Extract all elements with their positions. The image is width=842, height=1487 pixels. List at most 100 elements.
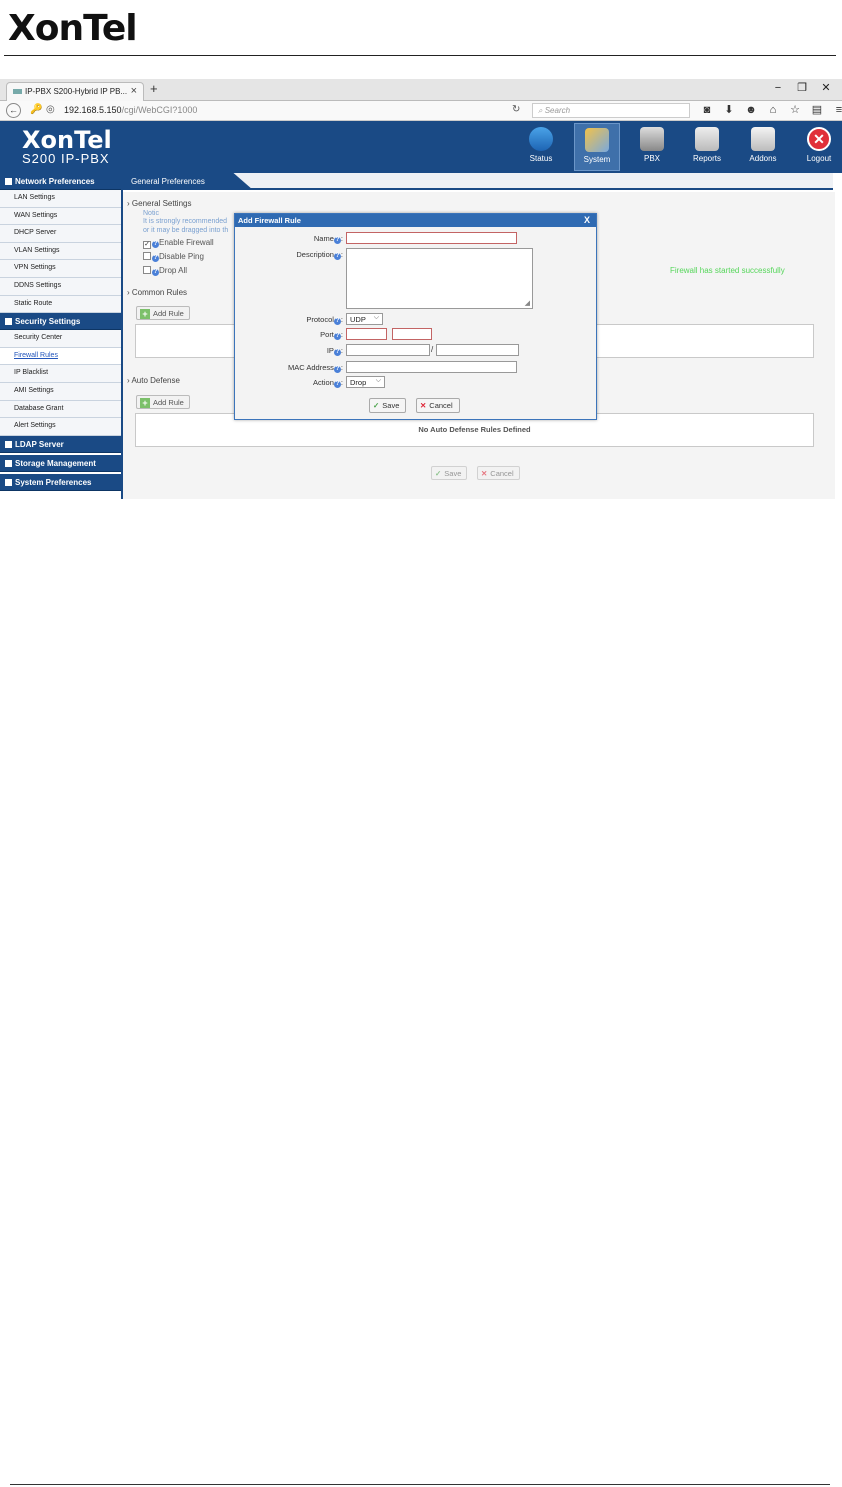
ip-address-input[interactable] (346, 344, 430, 356)
action-select[interactable]: Drop ⌵ (346, 376, 385, 388)
drop-all-checkbox[interactable] (143, 266, 151, 274)
sidebar-item-static-route[interactable]: Static Route (0, 295, 121, 314)
smiley-icon[interactable]: ☻ (740, 104, 762, 116)
document-header-rule (4, 55, 836, 56)
module-reports[interactable]: Reports (684, 123, 730, 171)
help-icon[interactable]: ? (333, 381, 341, 388)
plus-icon: + (140, 398, 150, 408)
pbx-icon (640, 127, 664, 151)
check-icon: ✓ (435, 469, 442, 478)
disable-ping-checkbox[interactable] (143, 252, 151, 260)
reports-icon (695, 127, 719, 151)
sidebar-section-system[interactable]: System Preferences (0, 473, 121, 491)
sidebar-item-security-center[interactable]: Security Center (0, 330, 121, 348)
chevron-down-icon: ⌵ (375, 377, 381, 384)
help-icon[interactable]: ? (152, 269, 159, 276)
key-icon[interactable]: 🔑 (30, 104, 42, 115)
auto-defense-title: Auto Defense (131, 376, 180, 385)
home-icon[interactable]: ⌂ (762, 104, 784, 116)
resize-handle-icon[interactable]: ◢ (525, 299, 530, 307)
no-auto-defense-message: No Auto Defense Rules Defined (418, 425, 531, 434)
name-input[interactable] (346, 232, 517, 244)
back-icon[interactable]: ← (6, 103, 21, 118)
sidebar-item-ip-blacklist[interactable]: IP Blacklist (0, 365, 121, 383)
sidebar-item-vpn-settings[interactable]: VPN Settings (0, 260, 121, 278)
sidebar-item-lan-settings[interactable]: LAN Settings (0, 190, 121, 208)
sidebar-item-ami-settings[interactable]: AMI Settings (0, 382, 121, 401)
add-rule-label: Add Rule (153, 309, 184, 318)
help-icon[interactable]: ? (152, 255, 159, 262)
module-pbx[interactable]: PBX (629, 123, 675, 171)
port-start-input[interactable] (346, 328, 387, 340)
reading-list-icon[interactable]: ▤ (806, 103, 828, 116)
collapse-square-icon (5, 178, 12, 185)
dialog-cancel-button[interactable]: ✕ Cancel (416, 398, 460, 413)
maximize-button[interactable]: ❐ (790, 81, 814, 94)
minimize-button[interactable]: − (766, 82, 790, 94)
sidebar-item-dhcp-server[interactable]: DHCP Server (0, 225, 121, 243)
save-label: Save (444, 469, 462, 478)
new-tab-button[interactable]: + (150, 81, 158, 96)
add-common-rule-button[interactable]: + Add Rule (136, 306, 190, 320)
document-logo: XonTel (8, 8, 138, 49)
dialog-title-bar[interactable]: Add Firewall Rule X (235, 214, 596, 227)
cancel-button[interactable]: ✕ Cancel (477, 466, 520, 480)
protocol-label-text: Protocol (306, 315, 334, 324)
port-end-input[interactable] (392, 328, 432, 340)
protocol-select[interactable]: UDP ⌵ (346, 313, 383, 325)
browser-tab-title: IP-PBX S200-Hybrid IP PB... (25, 87, 128, 96)
module-addons[interactable]: Addons (740, 123, 786, 171)
bookmark-star-icon[interactable]: ☆ (784, 103, 806, 116)
sidebar-section-ldap[interactable]: LDAP Server (0, 435, 121, 453)
pocket-icon[interactable]: ◙ (696, 104, 718, 116)
module-system[interactable]: System (574, 123, 620, 171)
favicon-icon (13, 89, 22, 95)
menu-icon[interactable]: ≡ (828, 104, 842, 116)
help-icon[interactable]: ? (333, 333, 341, 340)
save-button[interactable]: ✓ Save (431, 466, 468, 480)
ip-mask-input[interactable] (436, 344, 519, 356)
sidebar-section-label: System Preferences (15, 477, 92, 487)
help-icon[interactable]: ? (333, 237, 341, 244)
tab-close-icon[interactable]: × (131, 85, 137, 97)
collapse-square-icon (5, 440, 12, 448)
sidebar-section-label: Network Preferences (15, 177, 95, 186)
url-bar[interactable]: 192.168.5.150/cgi/WebCGI?1000 (64, 105, 197, 115)
help-icon[interactable]: ? (333, 253, 341, 260)
mac-address-input[interactable] (346, 361, 517, 373)
sidebar-item-alert-settings[interactable]: Alert Settings (0, 418, 121, 436)
module-status[interactable]: Status (518, 123, 564, 171)
url-host: 192.168.5.150 (64, 105, 122, 115)
module-logout[interactable]: ✕ Logout (796, 123, 842, 171)
dialog-save-button[interactable]: ✓ Save (369, 398, 407, 413)
sidebar-section-storage[interactable]: Storage Management (0, 454, 121, 472)
sidebar-section-security[interactable]: Security Settings (0, 313, 121, 331)
collapse-square-icon (5, 318, 12, 326)
search-input[interactable]: ⌕ Search (532, 103, 690, 118)
description-textarea[interactable]: ◢ (346, 248, 533, 309)
sidebar-item-database-grant[interactable]: Database Grant (0, 400, 121, 419)
sidebar-section-network[interactable]: Network Preferences (0, 173, 121, 190)
sidebar-item-firewall-rules[interactable]: Firewall Rules (0, 347, 121, 366)
help-icon[interactable]: ? (333, 349, 341, 356)
module-system-label: System (583, 155, 611, 164)
add-auto-defense-rule-button[interactable]: + Add Rule (136, 395, 190, 409)
help-icon[interactable]: ? (152, 241, 159, 248)
browser-tab[interactable]: IP-PBX S200-Hybrid IP PB... × (6, 82, 144, 101)
cancel-label: Cancel (490, 469, 514, 478)
dialog-close-button[interactable]: X (584, 215, 590, 225)
reload-icon[interactable]: ↻ (512, 104, 520, 115)
site-info-icon[interactable]: ◎ (46, 104, 55, 115)
description-label: Description?: (296, 250, 343, 260)
download-icon[interactable]: ⬇ (718, 103, 740, 116)
help-icon[interactable]: ? (333, 366, 341, 373)
sidebar-item-wan-settings[interactable]: WAN Settings (0, 207, 121, 226)
mac-address-label-text: MAC Address (288, 363, 334, 372)
enable-firewall-checkbox[interactable]: ✓ (143, 241, 151, 249)
help-icon[interactable]: ? (333, 318, 341, 325)
tab-general-preferences[interactable]: General Preferences (123, 173, 253, 190)
sidebar-item-ddns-settings[interactable]: DDNS Settings (0, 277, 121, 296)
sidebar-item-vlan-settings[interactable]: VLAN Settings (0, 242, 121, 261)
module-addons-label: Addons (749, 154, 777, 163)
close-window-button[interactable]: ✕ (814, 81, 838, 94)
